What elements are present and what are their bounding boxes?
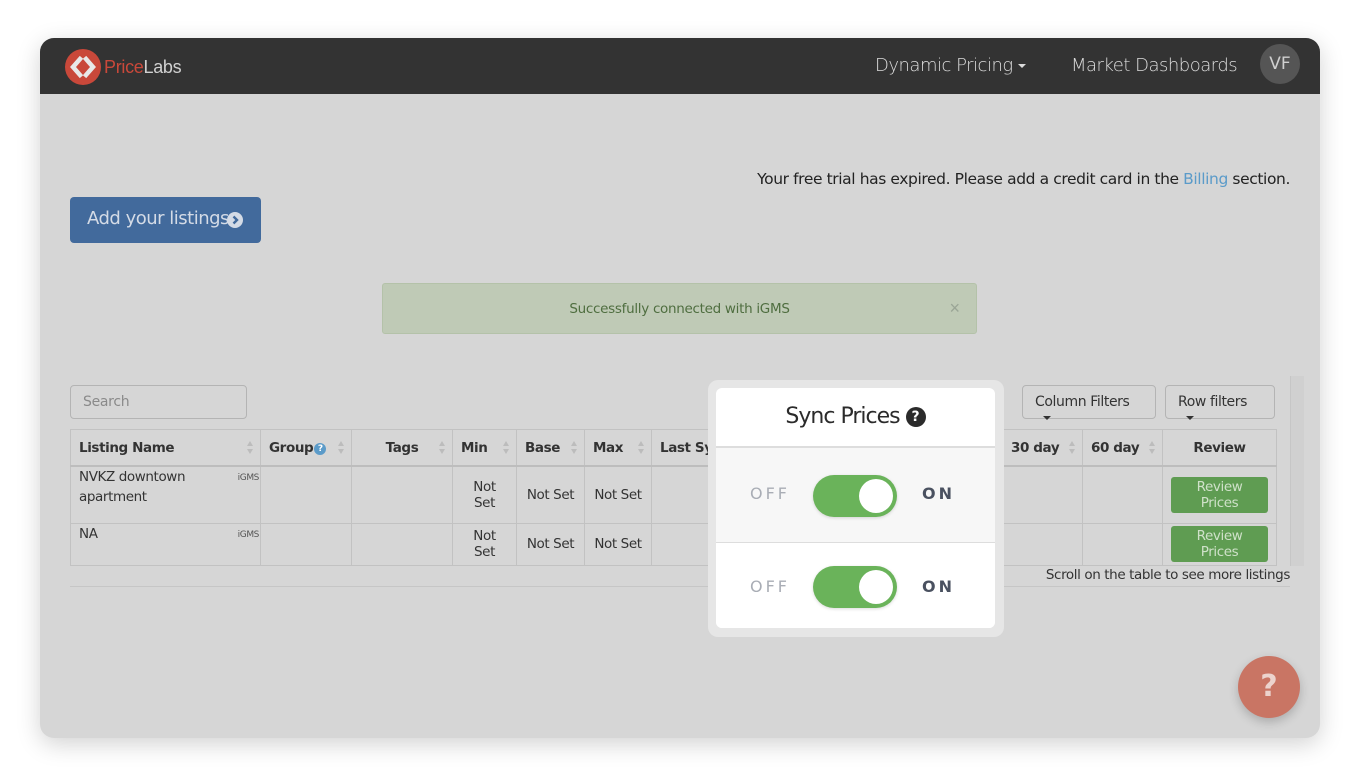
listing-name-cell[interactable]: iGMS NVKZ downtown apartment [70,465,261,524]
sync-toggle-row: OFF ON [716,446,995,543]
top-navbar: PriceLabs Dynamic Pricing Market Dashboa… [40,38,1320,94]
col-review: Review [1162,429,1277,467]
off-label: OFF [750,484,790,503]
trial-expired-notice: Your free trial has expired. Please add … [757,170,1290,188]
col-30-day[interactable]: 30 day [1002,429,1083,467]
60-day-cell [1082,465,1163,524]
divider [70,586,1290,587]
sort-icon[interactable] [638,441,645,455]
toggle-knob [859,570,893,604]
billing-link[interactable]: Billing [1183,170,1228,188]
30-day-cell [1002,522,1083,566]
toggle-knob [859,479,893,513]
off-label: OFF [750,577,790,596]
sort-icon[interactable] [338,441,345,455]
30-day-cell [1002,465,1083,524]
scroll-hint: Scroll on the table to see more listings [1045,567,1291,583]
source-tag: iGMS [237,529,260,540]
listing-name-cell[interactable]: iGMS NA [70,522,261,566]
success-alert: Successfully connected with iGMS × [382,283,977,334]
brand-name[interactable]: PriceLabs [104,57,182,78]
help-chat-button[interactable]: ? [1238,656,1300,718]
col-group[interactable]: Group? [260,429,352,467]
sort-icon[interactable] [247,441,254,455]
min-cell[interactable]: Not Set [452,465,517,524]
table-row: iGMSNA Not Set Not Set Not Set - Review … [70,522,1277,566]
sort-icon[interactable] [1149,441,1156,455]
sort-icon[interactable] [571,441,578,455]
sort-icon[interactable] [439,441,446,455]
sync-prices-panel: Sync Prices ? OFF ON OFF ON [716,388,995,628]
alert-message: Successfully connected with iGMS [569,301,790,317]
on-label: ON [922,577,955,596]
column-filters-button[interactable]: Column Filters [1022,385,1156,420]
60-day-cell [1082,522,1163,566]
close-icon[interactable]: × [949,298,960,319]
review-prices-button[interactable]: Review Prices [1171,476,1268,513]
help-icon[interactable]: ? [905,407,926,427]
group-cell [260,465,352,524]
chevron-circle-right-icon [227,212,243,228]
listings-table: Listing Name Group? Tags Min Base Max La… [70,429,1277,566]
caret-down-icon [1043,416,1051,420]
review-cell: Review Prices [1162,522,1277,566]
row-filters-button[interactable]: Row filters [1165,385,1275,420]
review-cell: Review Prices [1162,465,1277,524]
sync-prices-popover: Sync Prices ? OFF ON OFF ON [708,380,1004,637]
on-label: ON [922,484,955,503]
base-cell[interactable]: Not Set [516,465,585,524]
col-listing-name[interactable]: Listing Name [70,429,261,467]
min-cell[interactable]: Not Set [452,522,517,566]
group-cell [260,522,352,566]
col-min[interactable]: Min [452,429,517,467]
help-icon[interactable]: ? [314,442,327,455]
add-listings-button[interactable]: Add your listings [70,197,261,243]
caret-down-icon [1017,64,1026,68]
nav-dynamic-pricing[interactable]: Dynamic Pricing [875,55,1026,76]
col-max[interactable]: Max [584,429,652,467]
sync-toggle-switch[interactable] [813,566,897,608]
max-cell[interactable]: Not Set [584,522,652,566]
review-prices-button[interactable]: Review Prices [1171,526,1268,562]
col-tags[interactable]: Tags [351,429,453,467]
sync-toggle-switch[interactable] [813,475,897,517]
user-avatar[interactable]: VF [1260,44,1300,84]
sync-toggle-row: OFF ON [716,544,995,628]
table-scrollbar[interactable] [1290,376,1304,566]
nav-market-dashboards[interactable]: Market Dashboards [1071,55,1238,76]
search-input[interactable]: Search [70,385,247,419]
source-tag: iGMS [237,473,260,483]
base-cell[interactable]: Not Set [516,522,585,566]
sort-icon[interactable] [1069,441,1076,455]
max-cell[interactable]: Not Set [584,465,652,524]
sync-prices-title: Sync Prices ? [716,388,995,446]
sort-icon[interactable] [503,441,510,455]
app-window: PriceLabs Dynamic Pricing Market Dashboa… [40,38,1320,738]
pricelabs-logo-icon[interactable] [65,49,101,85]
table-header-row: Listing Name Group? Tags Min Base Max La… [70,429,1277,467]
tags-cell [351,522,453,566]
col-base[interactable]: Base [516,429,585,467]
caret-down-icon [1186,416,1194,420]
table-row: iGMS NVKZ downtown apartment Not Set Not … [70,465,1277,524]
tags-cell [351,465,453,524]
col-60-day[interactable]: 60 day [1082,429,1163,467]
